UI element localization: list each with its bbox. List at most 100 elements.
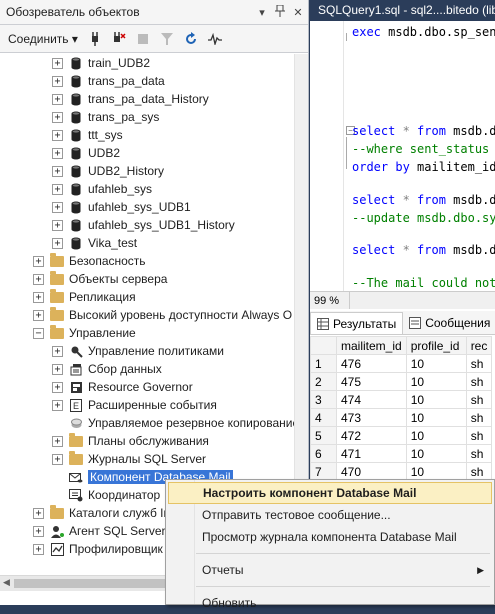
expand-icon[interactable]: + — [52, 147, 63, 159]
tree-item[interactable]: + Агент SQL Server — [33, 522, 166, 540]
tree-item-database[interactable]: + UDB2 — [52, 144, 120, 162]
row-number[interactable]: 4 — [310, 408, 337, 427]
tree-item[interactable]: + Resource Governor — [52, 378, 193, 396]
table-row[interactable]: 2 475 10 sh — [310, 372, 493, 391]
grid-cell[interactable]: sh — [465, 408, 493, 427]
grid-cell[interactable]: 472 — [336, 426, 407, 445]
tab-results[interactable]: Результаты — [310, 312, 404, 334]
scroll-left-arrow-icon[interactable]: ◀ — [3, 577, 10, 588]
tree-item[interactable]: + Профилировщик — [33, 540, 163, 558]
tree-item[interactable]: + Безопасность — [33, 252, 146, 270]
grid-cell[interactable]: 470 — [336, 462, 407, 481]
tree-item-database[interactable]: + Vika_test — [52, 234, 137, 252]
grid-cell[interactable]: sh — [465, 462, 493, 481]
tree-item-database[interactable]: + trans_pa_data_History — [52, 90, 209, 108]
expand-icon[interactable]: + — [52, 183, 63, 195]
tree-item-database[interactable]: + UDB2_History — [52, 162, 164, 180]
expand-icon[interactable]: + — [52, 363, 63, 375]
grid-column-header[interactable]: rec — [465, 336, 493, 355]
tree-item[interactable]: Координатор — [52, 486, 160, 504]
table-row[interactable]: 7 470 10 sh — [310, 462, 493, 481]
table-row[interactable]: 4 473 10 sh — [310, 408, 493, 427]
refresh-icon[interactable] — [184, 31, 198, 46]
disconnect-icon[interactable] — [112, 31, 126, 46]
connect-plug-icon[interactable] — [88, 31, 102, 46]
grid-column-header[interactable]: profile_id — [405, 336, 467, 355]
expand-icon[interactable]: + — [52, 399, 63, 411]
expand-icon[interactable]: + — [33, 255, 44, 267]
window-position-dropdown-icon[interactable]: ▾ — [254, 6, 270, 19]
connect-dropdown-button[interactable]: Соединить ▾ — [8, 32, 78, 46]
expand-icon[interactable]: + — [52, 75, 63, 87]
expand-icon[interactable]: + — [52, 237, 63, 249]
stop-icon[interactable] — [136, 32, 150, 46]
row-number[interactable]: 7 — [310, 462, 337, 481]
expand-icon[interactable]: + — [33, 507, 44, 519]
row-number[interactable]: 1 — [310, 354, 337, 373]
expand-icon[interactable]: + — [33, 273, 44, 285]
tree-item[interactable]: + Журналы SQL Server — [52, 450, 206, 468]
expand-icon[interactable]: + — [52, 57, 63, 69]
expand-icon[interactable]: + — [52, 93, 63, 105]
menu-item[interactable]: Отправить тестовое сообщение... — [168, 504, 492, 526]
expand-icon[interactable]: + — [33, 525, 44, 537]
grid-cell[interactable]: 474 — [336, 390, 407, 409]
grid-cell[interactable]: sh — [465, 444, 493, 463]
expand-icon[interactable]: + — [52, 381, 63, 393]
tree-item[interactable]: − Управление — [33, 324, 136, 342]
grid-cell[interactable]: 10 — [405, 372, 467, 391]
code-editor[interactable]: − exec msdb.dbo.sp_sen select * from msdb… — [310, 21, 495, 291]
grid-cell[interactable]: 471 — [336, 444, 407, 463]
expand-icon[interactable]: + — [33, 291, 44, 303]
filter-icon[interactable] — [160, 32, 174, 46]
row-number[interactable]: 2 — [310, 372, 337, 391]
tree-item[interactable]: + Объекты сервера — [33, 270, 167, 288]
row-number[interactable]: 3 — [310, 390, 337, 409]
tree-item[interactable]: + Высокий уровень доступности Always O — [33, 306, 292, 324]
grid-cell[interactable]: sh — [465, 426, 493, 445]
grid-cell[interactable]: sh — [465, 354, 493, 373]
tree-item[interactable]: + Планы обслуживания — [52, 432, 209, 450]
collapse-icon[interactable]: − — [33, 327, 44, 339]
tree-item[interactable]: + Сбор данных — [52, 360, 162, 378]
expand-icon[interactable]: + — [52, 165, 63, 177]
query-tab[interactable]: SQLQuery1.sql - sql2....bitedo (lib — [310, 0, 495, 21]
menu-item[interactable]: Настроить компонент Database Mail — [168, 482, 492, 504]
row-number[interactable]: 6 — [310, 444, 337, 463]
grid-cell[interactable]: 473 — [336, 408, 407, 427]
expand-icon[interactable]: + — [52, 201, 63, 213]
expand-icon[interactable]: + — [52, 453, 63, 465]
menu-item-submenu[interactable]: Отчеты ▶ — [168, 559, 492, 581]
expand-icon[interactable]: + — [52, 111, 63, 123]
grid-cell[interactable]: 10 — [405, 390, 467, 409]
tree-item[interactable]: + E Расширенные события — [52, 396, 217, 414]
tree-item[interactable]: Управляемое резервное копирование — [52, 414, 295, 432]
tree-item[interactable]: + Управление политиками — [52, 342, 224, 360]
table-row[interactable]: 1 476 10 sh — [310, 354, 493, 373]
tree-item[interactable]: + Каталоги служб In — [33, 504, 170, 522]
pin-icon[interactable] — [272, 4, 288, 20]
activity-icon[interactable] — [207, 32, 222, 46]
grid-cell[interactable]: 10 — [405, 426, 467, 445]
tree-item-database[interactable]: + trans_pa_sys — [52, 108, 159, 126]
zoom-level[interactable]: 99 % — [310, 292, 350, 309]
expand-icon[interactable]: + — [33, 543, 44, 555]
row-number[interactable]: 5 — [310, 426, 337, 445]
grid-cell[interactable]: 10 — [405, 408, 467, 427]
grid-cell[interactable]: 10 — [405, 444, 467, 463]
expand-icon[interactable]: + — [52, 435, 63, 447]
expand-icon[interactable]: + — [52, 129, 63, 141]
tree-item-database[interactable]: + ufahleb_sys_UDB1_History — [52, 216, 235, 234]
grid-column-header[interactable] — [310, 336, 337, 355]
close-icon[interactable]: ✕ — [290, 6, 306, 19]
grid-cell[interactable]: 476 — [336, 354, 407, 373]
menu-item[interactable]: Обновить — [168, 592, 492, 614]
tree-item-database[interactable]: + ttt_sys — [52, 126, 123, 144]
expand-icon[interactable]: + — [33, 309, 44, 321]
expand-icon[interactable]: + — [52, 219, 63, 231]
grid-cell[interactable]: 475 — [336, 372, 407, 391]
table-row[interactable]: 3 474 10 sh — [310, 390, 493, 409]
menu-item[interactable]: Просмотр журнала компонента Database Mai… — [168, 526, 492, 548]
grid-cell[interactable]: sh — [465, 372, 493, 391]
grid-cell[interactable]: 10 — [405, 462, 467, 481]
